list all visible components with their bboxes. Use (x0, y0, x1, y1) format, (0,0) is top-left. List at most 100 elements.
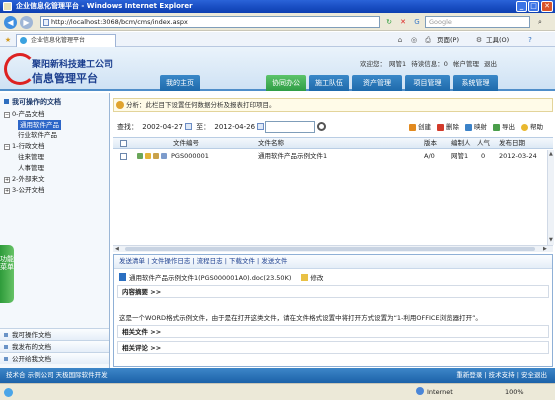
scroll-down-icon[interactable]: ▼ (549, 237, 553, 243)
tab-flow-log[interactable]: 流程日志 (197, 257, 223, 265)
col-version[interactable]: 版本 (424, 138, 437, 149)
col-file-code[interactable]: 文件编号 (173, 138, 199, 149)
edit-icon[interactable] (301, 274, 309, 281)
cell-file-name[interactable]: 通用软件产品示例文件1 (258, 150, 327, 162)
tree-node-product-docs[interactable]: −0-产品文档 (4, 109, 44, 119)
help-icon[interactable]: ? (525, 35, 535, 45)
tools-menu[interactable]: 工具(O) (486, 35, 509, 45)
address-toolbar: ◀ ▶ http://localhost:3068/bcm/cms/index.… (0, 13, 555, 31)
page-menu[interactable]: 页面(P) (437, 35, 459, 45)
relogin-link[interactable]: 重新登录 (456, 371, 482, 379)
security-zone[interactable]: Internet (416, 384, 453, 400)
search-icon[interactable] (317, 122, 326, 131)
favorites-star-icon[interactable]: ★ (3, 35, 13, 45)
select-all-checkbox[interactable] (120, 140, 127, 147)
zoom-level[interactable]: 100% (505, 384, 524, 400)
safe-exit-link[interactable]: 安全退出 (521, 371, 547, 379)
sidebar-footer-operable[interactable]: 我可操作文档 (0, 328, 109, 340)
search-engine-icon[interactable]: G (412, 17, 422, 27)
table-row[interactable]: PGS000001 通用软件产品示例文件1 A/0 网管1 0 2012-03-… (113, 150, 553, 163)
date-from-value: 2002-04-27 (142, 123, 183, 131)
expand-icon[interactable]: + (4, 188, 10, 194)
document-icon[interactable] (161, 153, 167, 159)
tab-send-list[interactable]: 发送清单 (119, 257, 145, 265)
section-related-files[interactable]: 相关文件 >> (117, 325, 549, 338)
tree-node-public-docs[interactable]: +3-公开文档 (4, 185, 44, 195)
tab-download-file[interactable]: 下载文件 (229, 257, 255, 265)
tree-node-correspondence[interactable]: 往来管理 (18, 152, 44, 162)
close-icon[interactable]: ✕ (541, 1, 553, 12)
function-menu-toggle[interactable]: 功能菜单 (0, 245, 14, 303)
search-icon[interactable]: ⌕ (535, 17, 545, 27)
list-vertical-scrollbar[interactable]: ▲ ▼ (547, 150, 554, 245)
calendar-icon[interactable] (184, 123, 192, 130)
date-from-input[interactable]: 2002-04-27 (140, 122, 194, 132)
account-link[interactable]: 帐户管理 (453, 60, 479, 68)
browser-tab[interactable]: 企业信息化管理平台 (16, 34, 116, 47)
detail-tabs: 发送清单 | 文件操作日志 | 流程日志 | 下载文件 | 发送文件 (114, 255, 552, 269)
date-to-value: 2012-04-26 (214, 123, 256, 131)
unread-messages[interactable]: 待读信息：0 (411, 60, 448, 68)
folder-icon[interactable] (145, 153, 151, 159)
search-input[interactable]: Google (425, 16, 530, 28)
help-button[interactable]: 帮助 (521, 122, 543, 132)
tree-node-admin-docs[interactable]: −1-行政文档 (4, 141, 44, 151)
map-button[interactable]: 映射 (465, 122, 487, 132)
collapse-icon[interactable]: − (4, 144, 10, 150)
stop-icon[interactable]: ✕ (398, 17, 408, 27)
nav-construction-team[interactable]: 施工队伍 (309, 75, 349, 91)
sidebar-footer-shared[interactable]: 公开给我文档 (0, 352, 109, 364)
nav-projects[interactable]: 项目管理 (405, 75, 450, 91)
scroll-left-icon[interactable]: ◀ (115, 246, 119, 252)
home-icon[interactable]: ⌂ (395, 35, 405, 45)
attachment-link[interactable]: 通用软件产品示例文件1(PGS000001A0).doc(23.50K) (129, 274, 291, 282)
lock-icon[interactable] (153, 153, 159, 159)
col-publish-date[interactable]: 发布日期 (499, 138, 525, 149)
logout-link[interactable]: 退出 (484, 60, 497, 68)
tab-send-file[interactable]: 发送文件 (261, 257, 287, 265)
col-author[interactable]: 编制人 (451, 138, 471, 149)
support-link[interactable]: 技术支持 (489, 371, 515, 379)
back-icon[interactable]: ◀ (4, 16, 17, 29)
create-button[interactable]: 创建 (409, 122, 431, 132)
keyword-input[interactable] (265, 121, 315, 133)
section-related-comments[interactable]: 相关评论 >> (117, 341, 549, 354)
minimize-icon[interactable]: _ (516, 1, 527, 12)
list-horizontal-scrollbar[interactable]: ◀ ▶ (113, 245, 553, 252)
globe-icon (416, 387, 424, 395)
edit-pencil-icon[interactable] (137, 153, 143, 159)
scroll-right-icon[interactable]: ▶ (543, 246, 547, 252)
tree-node-external-docs[interactable]: +2-外部来文 (4, 174, 44, 184)
delete-button[interactable]: 删除 (437, 122, 459, 132)
scrollbar-thumb[interactable] (125, 247, 535, 251)
expand-icon[interactable]: + (4, 177, 10, 183)
feeds-icon[interactable]: ◎ (409, 35, 419, 45)
scroll-up-icon[interactable]: ▲ (549, 151, 553, 157)
tab-operation-log[interactable]: 文件操作日志 (151, 257, 190, 265)
tree-label: 0-产品文档 (12, 110, 45, 118)
export-button[interactable]: 导出 (493, 122, 515, 132)
collapse-icon[interactable]: − (4, 112, 10, 118)
url-input[interactable]: http://localhost:3068/bcm/cms/index.aspx (40, 16, 380, 28)
calendar-icon[interactable] (257, 123, 265, 130)
nav-system[interactable]: 系统管理 (453, 75, 498, 91)
tree-node-personnel[interactable]: 人事管理 (18, 163, 44, 173)
tree-node-industry-software[interactable]: 行业软件产品 (18, 130, 57, 140)
sidebar-footer-published[interactable]: 我发布的文档 (0, 340, 109, 352)
nav-my-home[interactable]: 我的主页 (160, 75, 200, 91)
info-icon (116, 101, 124, 109)
col-views[interactable]: 人气 (477, 138, 490, 149)
date-to-input[interactable]: 2012-04-26 (212, 122, 266, 132)
maximize-icon[interactable]: □ (528, 1, 539, 12)
nav-assets[interactable]: 资产管理 (352, 75, 402, 91)
refresh-icon[interactable]: ↻ (384, 17, 394, 27)
nav-office[interactable]: 协同办公 (266, 75, 306, 91)
forward-icon[interactable]: ▶ (20, 16, 33, 29)
edit-link[interactable]: 修改 (310, 274, 323, 282)
print-icon[interactable]: ⎙ (423, 35, 433, 45)
tree-node-general-software[interactable]: 通用软件产品 (18, 120, 61, 130)
col-file-name[interactable]: 文件名称 (258, 138, 284, 149)
row-checkbox[interactable] (120, 153, 127, 160)
tools-gear-icon[interactable]: ⚙ (474, 35, 484, 45)
section-summary[interactable]: 内容摘要 >> (117, 285, 549, 298)
